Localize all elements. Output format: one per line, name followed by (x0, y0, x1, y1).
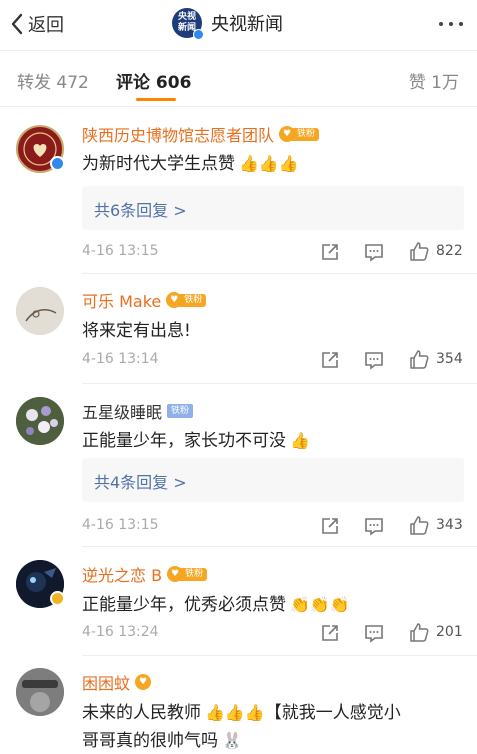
divider (0, 106, 477, 107)
fan-badge: ♥ 铁粉 (167, 566, 208, 582)
thumbs-up-emoji-icon: 👍 (290, 431, 310, 450)
name-row: 五星级睡眠 铁粉 (82, 399, 194, 423)
like-count: 354 (436, 351, 463, 367)
comment-text-content: 未来的人民教师 (82, 703, 201, 723)
comment-text: 正能量少年，优秀必须点赞 👏👏👏 (82, 590, 350, 615)
verified-blue-icon (50, 156, 65, 171)
comment-text: 为新时代大学生点赞 👍👍👍 (82, 149, 299, 174)
flower-avatar-icon (16, 397, 64, 445)
fan-badge-label: 铁粉 (179, 567, 208, 581)
comment-icon[interactable] (364, 623, 384, 643)
comment-time: 4-16 13:24 (82, 624, 159, 640)
comment-icon[interactable] (364, 242, 384, 262)
commenter-name[interactable]: 逆光之恋 B (82, 562, 162, 586)
comment-item: 陕西历史博物馆志愿者团队 ♥ 铁粉 为新时代大学生点赞 👍👍👍 共6条回复 > 4-… (0, 118, 477, 273)
comment-item: 五星级睡眠 铁粉 正能量少年，家长功不可没 👍 共4条回复 > 4-16 13:1… (0, 384, 477, 544)
fan-badge-label: 铁粉 (178, 293, 207, 307)
avatar[interactable] (16, 287, 64, 335)
chevron-left-icon (11, 13, 23, 35)
fan-badge: ♥ 铁粉 (279, 126, 320, 142)
comment-text: 将来定有出息! (82, 321, 191, 341)
like-icon[interactable] (408, 240, 430, 262)
reply-box[interactable]: 共6条回复 > (82, 186, 464, 230)
comment-text-content: 为新时代大学生点赞 (82, 154, 235, 174)
thumbs-up-emoji-icon: 👍👍👍 (205, 703, 265, 722)
share-icon[interactable] (320, 623, 340, 643)
name-row: 逆光之恋 B ♥ 铁粉 (82, 562, 208, 586)
more-options-icon[interactable] (439, 22, 463, 26)
comment-item: 可乐 Make ♥ 铁粉 将来定有出息! 4-16 13:14 354 (0, 274, 477, 384)
logo-text-top: 央视 (177, 12, 196, 22)
heart-icon: ♥ (167, 566, 184, 582)
commenter-name[interactable]: 可乐 Make (82, 288, 161, 312)
name-row: 可乐 Make ♥ 铁粉 (82, 288, 207, 312)
back-button[interactable]: 返回 (10, 11, 64, 37)
tab-repost[interactable]: 转发 472 (17, 68, 89, 93)
comment-text-tail: 【就我一人感觉小 (264, 703, 401, 723)
commenter-name[interactable]: 陕西历史博物馆志愿者团队 (82, 122, 274, 146)
commenter-name[interactable]: 五星级睡眠 (82, 399, 162, 423)
verified-gold-icon (50, 591, 65, 606)
account-title[interactable]: 央视 新闻 央视新闻 (172, 8, 283, 40)
thumbs-up-emoji-icon: 👍👍👍 (239, 154, 299, 173)
share-icon[interactable] (320, 516, 340, 536)
tab-bar: 转发 472 评论 606 赞 1万 (0, 60, 477, 104)
page-title: 央视新闻 (211, 14, 283, 35)
name-row: 困困蚊 ♥ (82, 670, 152, 694)
comment-text: 未来的人民教师 👍👍👍【就我一人感觉小 (82, 698, 401, 723)
divider (0, 50, 477, 51)
comment-icon[interactable] (364, 516, 384, 536)
comment-text-content: 正能量少年，优秀必须点赞 (82, 595, 286, 615)
fan-badge-label: 铁粉 (291, 127, 320, 141)
name-row: 陕西历史博物馆志愿者团队 ♥ 铁粉 (82, 122, 320, 146)
fan-badge: ♥ (135, 674, 152, 690)
comment-time: 4-16 13:15 (82, 243, 159, 259)
like-count: 201 (436, 624, 463, 640)
comment-text-content: 哥哥真的很帅气吗 (82, 731, 218, 751)
clap-emoji-icon: 👏👏👏 (290, 595, 350, 614)
heart-icon: ♥ (279, 126, 296, 142)
fan-badge-label: 铁粉 (167, 404, 194, 418)
tab-like[interactable]: 赞 1万 (409, 68, 459, 93)
comment-icon[interactable] (364, 350, 384, 370)
comment-time: 4-16 13:15 (82, 517, 159, 533)
fan-badge: ♥ 铁粉 (166, 292, 207, 308)
view-replies-link[interactable]: 共6条回复 > (94, 197, 187, 221)
active-tab-indicator (136, 98, 176, 101)
back-label: 返回 (28, 15, 64, 36)
comment-item: 逆光之恋 B ♥ 铁粉 正能量少年，优秀必须点赞 👏👏👏 4-16 13:24 20… (0, 547, 477, 655)
comment-text-content: 正能量少年，家长功不可没 (82, 431, 286, 451)
like-icon[interactable] (408, 348, 430, 370)
like-icon[interactable] (408, 621, 430, 643)
reply-box[interactable]: 共4条回复 > (82, 458, 464, 502)
share-icon[interactable] (320, 242, 340, 262)
like-count: 343 (436, 517, 463, 533)
comment-text-line2: 哥哥真的很帅气吗 🐰 (82, 726, 242, 751)
verified-icon (193, 29, 204, 40)
comment-time: 4-16 13:14 (82, 351, 159, 367)
avatar[interactable] (16, 668, 64, 716)
share-icon[interactable] (320, 350, 340, 370)
comment-text: 正能量少年，家长功不可没 👍 (82, 426, 310, 451)
photo-avatar-icon (16, 668, 64, 716)
bunny-emoji-icon: 🐰 (222, 731, 242, 750)
cctv-news-logo: 央视 新闻 (172, 8, 204, 40)
avatar[interactable] (16, 397, 64, 445)
view-replies-link[interactable]: 共4条回复 > (94, 469, 187, 493)
commenter-name[interactable]: 困困蚊 (82, 670, 130, 694)
heart-icon: ♥ (135, 674, 152, 690)
tab-comment[interactable]: 评论 606 (116, 68, 191, 93)
top-bar: 返回 央视 新闻 央视新闻 (0, 0, 477, 48)
like-icon[interactable] (408, 514, 430, 536)
sketch-avatar-icon (16, 287, 64, 335)
comment-item: 困困蚊 ♥ 未来的人民教师 👍👍👍【就我一人感觉小 哥哥真的很帅气吗 🐰 (0, 656, 477, 754)
like-count: 822 (436, 243, 463, 259)
